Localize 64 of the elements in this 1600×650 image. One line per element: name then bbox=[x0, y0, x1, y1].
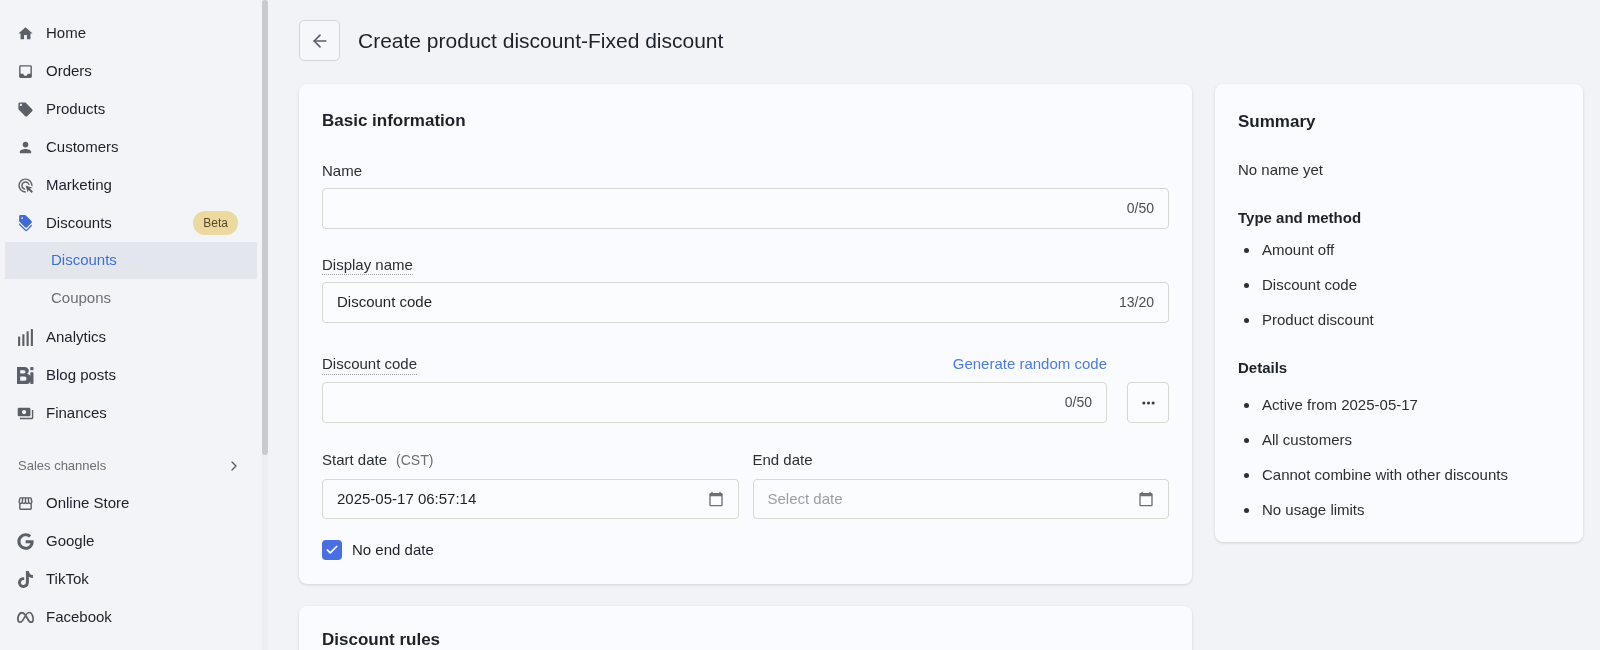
nav-subitem[interactable]: Coupons bbox=[5, 280, 257, 317]
nav-item[interactable]: Orders bbox=[0, 52, 262, 90]
summary-item: Cannot combine with other discounts bbox=[1262, 465, 1508, 486]
beta-badge: Beta bbox=[193, 211, 238, 235]
summary-section-title: Type and method bbox=[1238, 208, 1363, 228]
bullet-icon bbox=[1244, 473, 1249, 478]
character-counter: 0/50 bbox=[1064, 393, 1092, 412]
display-name-field[interactable]: Discount code 13/20 bbox=[322, 282, 1169, 323]
calendar-icon[interactable] bbox=[707, 491, 724, 507]
bullet-icon bbox=[1244, 283, 1249, 288]
scrollbar[interactable] bbox=[262, 0, 268, 650]
summary-item: Discount code bbox=[1262, 275, 1358, 296]
summary-section-title: Details bbox=[1238, 358, 1289, 378]
checkbox[interactable] bbox=[322, 540, 342, 560]
start-date-field[interactable]: 2025-05-17 06:57:14 bbox=[322, 479, 739, 519]
generate-code-link[interactable]: Generate random code bbox=[952, 352, 1107, 376]
card-title: Discount rules bbox=[322, 629, 442, 650]
more-icon bbox=[1141, 400, 1155, 405]
summary-item: All customers bbox=[1262, 430, 1353, 451]
character-counter: 0/50 bbox=[1126, 199, 1154, 218]
field-label: Name bbox=[322, 161, 362, 181]
timezone-note: (CST) bbox=[396, 450, 434, 470]
summary-item: Amount off bbox=[1262, 240, 1335, 261]
card-title: Basic information bbox=[322, 110, 467, 132]
nav-item[interactable]: Customers bbox=[0, 128, 262, 166]
character-counter: 13/20 bbox=[1118, 293, 1154, 312]
field-label: Display name bbox=[322, 255, 413, 275]
bullet-icon bbox=[1244, 318, 1249, 323]
field-label: Discount code bbox=[322, 353, 418, 375]
field-label: End date bbox=[752, 450, 813, 470]
channel-item[interactable]: Online Store bbox=[0, 484, 262, 522]
name-field[interactable]: 0/50 bbox=[322, 188, 1169, 229]
bullet-icon bbox=[1244, 403, 1249, 408]
check-icon bbox=[325, 543, 339, 557]
summary-item: No usage limits bbox=[1262, 500, 1365, 521]
summary-item: Product discount bbox=[1262, 310, 1374, 331]
nav-item[interactable]: Products bbox=[0, 90, 262, 128]
card-title: Summary bbox=[1238, 111, 1317, 133]
bullet-icon bbox=[1244, 508, 1249, 513]
bullet-icon bbox=[1244, 438, 1249, 443]
channel-item[interactable]: Facebook bbox=[0, 598, 262, 636]
discount-code-field[interactable]: 0/50 bbox=[322, 382, 1107, 423]
back-button[interactable] bbox=[299, 20, 340, 61]
nav-subitem[interactable]: Discounts bbox=[5, 242, 257, 279]
summary-item: Active from 2025-05-17 bbox=[1262, 395, 1418, 416]
tiktok-logo-icon bbox=[17, 570, 34, 588]
storefront-icon bbox=[17, 494, 34, 512]
nav-item[interactable]: Finances bbox=[0, 394, 262, 432]
bullet-icon bbox=[1244, 248, 1249, 253]
scrollbar-thumb[interactable] bbox=[262, 0, 268, 455]
nav-item[interactable]: Blog posts bbox=[0, 356, 262, 394]
sales-channels-header[interactable]: Sales channels bbox=[0, 454, 262, 478]
nav-item[interactable]: Discounts Beta bbox=[0, 204, 262, 242]
nav-item[interactable]: Home bbox=[0, 14, 262, 52]
page-title: Create product discount-Fixed discount bbox=[358, 27, 724, 54]
channel-item[interactable]: Google bbox=[0, 522, 262, 560]
channel-item[interactable]: TikTok bbox=[0, 560, 262, 598]
summary-name: No name yet bbox=[1238, 160, 1325, 180]
checkbox-label: No end date bbox=[352, 539, 434, 560]
nav-item[interactable]: Marketing bbox=[0, 166, 262, 204]
field-label: Start date bbox=[322, 450, 388, 470]
nav-item[interactable]: Analytics bbox=[0, 318, 262, 356]
google-logo-icon bbox=[17, 532, 34, 550]
calendar-icon[interactable] bbox=[1138, 491, 1154, 507]
